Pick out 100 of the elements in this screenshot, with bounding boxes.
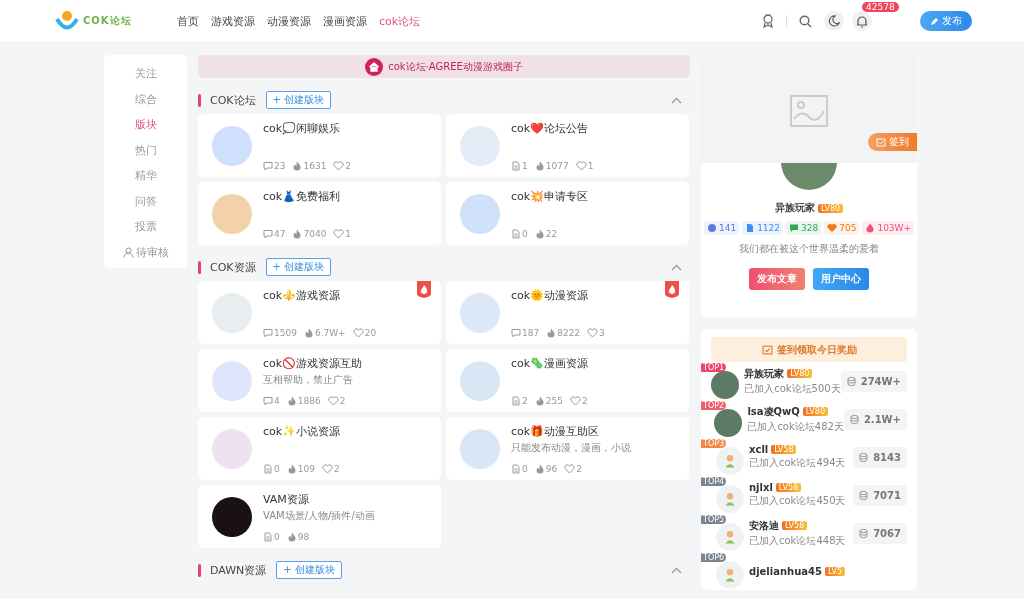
create-board-button[interactable]: + 创建版块 [265, 91, 332, 109]
section-title: DAWN资源 [210, 562, 267, 578]
board-card[interactable]: cok💥申请专区 0 22 [446, 182, 689, 245]
default-avatar-icon [716, 485, 744, 513]
nav-link[interactable]: 漫画资源 [323, 13, 367, 29]
board-name: cok🚫游戏资源互助 [263, 355, 363, 371]
stat-count: 1077 [545, 160, 569, 171]
sidebar-item[interactable]: 关注 [134, 61, 157, 87]
user-name: 安洛迪 [749, 518, 779, 533]
section-title: COK资源 [210, 259, 256, 275]
sidebar-item[interactable]: 问答 [134, 188, 157, 214]
collapse-icon[interactable] [671, 263, 682, 271]
level-badge: LV5 [825, 566, 846, 576]
rank-tag: TOP3 [701, 439, 727, 448]
board-card[interactable]: cok💭闲聊娱乐 23 1631 2 [198, 114, 441, 177]
stat-count: 1509 [274, 327, 297, 338]
publish-article-button[interactable]: 发布文章 [749, 268, 805, 290]
dark-mode-button[interactable] [824, 11, 844, 31]
nav-link[interactable]: cok论坛 [379, 13, 421, 29]
user-center-button[interactable]: 用户中心 [813, 268, 869, 290]
sidebar-item[interactable]: 版块 [134, 112, 157, 138]
join-duration: 已加入cok论坛500天 [744, 381, 841, 396]
points-badge: 7071 [853, 484, 907, 506]
logo-text[interactable]: COK论坛 [83, 14, 132, 28]
rank-tag: TOP2 [701, 401, 727, 410]
flame-badge-icon [417, 281, 431, 299]
check-in-button[interactable]: 签到 [868, 133, 917, 151]
stat-count: 23 [274, 160, 286, 171]
sidebar-item[interactable]: 热门 [134, 137, 157, 163]
heart-icon [564, 463, 576, 474]
heart-icon [569, 395, 581, 406]
board-card[interactable]: cok🦠漫画资源 2 255 2 [446, 349, 689, 412]
illustration-placeholder [212, 496, 252, 537]
illustration-placeholder [212, 125, 252, 166]
sidebar-item[interactable]: 精华 [134, 163, 157, 189]
notification-button[interactable] [852, 11, 872, 31]
board-name: cok🦠漫画资源 [511, 355, 589, 371]
points-badge: 274W+ [840, 370, 907, 392]
flame-badge-icon [665, 281, 679, 299]
points-badge: 7067 [853, 522, 907, 544]
join-duration: 已加入cok论坛450天 [749, 494, 846, 508]
user-bio: 我们都在被这个世界温柔的爱着 [739, 242, 879, 256]
level-badge: LV80 [787, 369, 813, 378]
flame-icon [303, 327, 314, 338]
default-avatar-icon [716, 561, 744, 589]
flame-icon [534, 463, 545, 474]
stat-count: 2 [333, 463, 340, 474]
badge-icon[interactable] [762, 14, 774, 28]
sidebar-item[interactable]: 待审核 [122, 239, 169, 265]
stat-count: 6.7W+ [314, 327, 346, 338]
level-badge: LV58 [775, 483, 802, 492]
user-name: djelianhua45 [749, 565, 822, 577]
board-card[interactable]: cok❤论坛公告 1 1077 1 [446, 114, 689, 177]
board-card[interactable]: cok👗免费福利 47 7040 1 [198, 182, 441, 245]
heart-icon [327, 395, 339, 406]
heart-icon [587, 327, 599, 338]
nav-link[interactable]: 首页 [177, 13, 199, 29]
stat-count: 2 [345, 160, 352, 171]
board-name: cok🌞动漫资源 [511, 287, 590, 303]
board-card[interactable]: VAM资源 VAM场景/人物/插件/动画 0 98 [198, 485, 441, 548]
create-board-button[interactable]: + 创建版块 [265, 258, 332, 276]
board-card[interactable]: cok⚜游戏资源 1509 6.7W+ 20 [198, 281, 441, 344]
flame-icon [534, 160, 545, 171]
search-icon[interactable] [799, 14, 812, 28]
stat-count: 187 [522, 327, 540, 338]
create-board-button[interactable]: + 创建版块 [276, 561, 342, 579]
flame-icon [286, 531, 297, 542]
stat-count: 2 [576, 463, 582, 474]
user-name: 异族玩家 [744, 366, 785, 381]
sidebar-item[interactable]: 投票 [134, 214, 157, 240]
join-duration: 已加入cok论坛448天 [749, 533, 846, 548]
comment-icon [263, 395, 273, 406]
stat-count: 255 [545, 395, 563, 406]
stat-count: 8222 [557, 327, 581, 338]
board-name: cok👗免费福利 [263, 188, 342, 204]
collapse-icon[interactable] [671, 96, 682, 104]
points-badge: 8143 [853, 446, 907, 468]
board-card[interactable]: cok🚫游戏资源互助 互相帮助，禁止广告 4 1886 2 [198, 349, 441, 412]
document-icon [511, 395, 521, 406]
default-avatar-icon [716, 523, 744, 551]
nav-link[interactable]: 动漫资源 [267, 13, 311, 29]
board-card[interactable]: cok🌞动漫资源 187 8222 3 [446, 281, 689, 344]
level-badge: LV58 [771, 445, 797, 454]
flame-icon [292, 160, 303, 171]
stat-count: 1631 [303, 160, 327, 171]
stat-count: 141 [718, 223, 737, 233]
heart-icon [321, 463, 333, 474]
board-card[interactable]: cok✨小说资源 0 109 2 [198, 417, 441, 480]
stat-count: 103W+ [877, 223, 912, 233]
board-name: cok💥申请专区 [511, 188, 589, 204]
publish-button[interactable]: 发布 [920, 11, 972, 31]
sidebar-item[interactable]: 综合 [134, 86, 157, 112]
check-in-reward-button[interactable]: 签到领取今日奖励 [711, 337, 907, 362]
board-name: cok⚜游戏资源 [263, 287, 342, 303]
stat-count: 22 [545, 228, 558, 239]
banner-text: cok论坛·AGREE动漫游戏圈子 [388, 59, 523, 74]
board-card[interactable]: cok🎁动漫互助区 只能发布动漫，漫画，小说 0 96 2 [446, 417, 689, 480]
collapse-icon[interactable] [671, 566, 682, 574]
stat-count: 2 [339, 395, 346, 406]
nav-link[interactable]: 游戏资源 [211, 13, 255, 29]
